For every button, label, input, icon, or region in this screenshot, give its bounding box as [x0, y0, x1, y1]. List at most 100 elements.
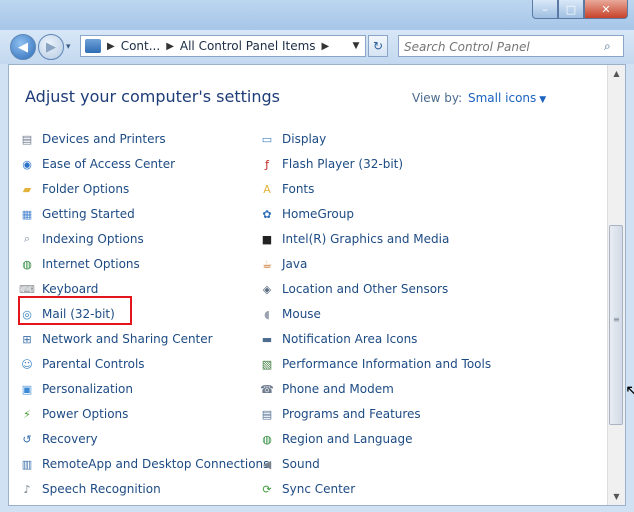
control-panel-item-label[interactable]: HomeGroup: [282, 207, 354, 221]
control-panel-item-parental-controls[interactable]: ☺ Parental Controls: [19, 353, 145, 375]
title-bar: – □ ✕: [0, 0, 634, 30]
control-panel-item-label[interactable]: Programs and Features: [282, 407, 421, 421]
control-panel-item-label[interactable]: Location and Other Sensors: [282, 282, 448, 296]
java-icon: ☕: [262, 257, 272, 271]
control-panel-item-label[interactable]: Indexing Options: [42, 232, 144, 246]
control-panel-item-label[interactable]: Flash Player (32-bit): [282, 157, 403, 171]
internet-icon: ◍: [22, 257, 32, 271]
control-panel-item-indexing[interactable]: ⌕ Indexing Options: [19, 228, 144, 250]
control-panel-item-intel-graphics[interactable]: ■ Intel(R) Graphics and Media: [259, 228, 450, 250]
control-panel-item-fonts[interactable]: A Fonts: [259, 178, 314, 200]
chevron-right-icon[interactable]: ▶: [166, 41, 174, 52]
control-panel-item-label[interactable]: Sound: [282, 457, 320, 471]
control-panel-item-mouse[interactable]: ◖ Mouse: [259, 303, 321, 325]
control-panel-item-homegroup[interactable]: ✿ HomeGroup: [259, 203, 354, 225]
control-panel-item-phone[interactable]: ☎ Phone and Modem: [259, 378, 394, 400]
mouse-cursor-icon: ↖: [625, 381, 634, 400]
control-panel-item-sound[interactable]: ◀ Sound: [259, 453, 320, 475]
forward-button[interactable]: ▶: [38, 34, 64, 60]
control-panel-item-label[interactable]: Folder Options: [42, 182, 129, 196]
control-panel-item-label[interactable]: Phone and Modem: [282, 382, 394, 396]
flash-icon: ƒ: [265, 157, 269, 171]
breadcrumb-all-items[interactable]: All Control Panel Items: [180, 39, 316, 53]
control-panel-item-region[interactable]: ◍ Region and Language: [259, 428, 413, 450]
chevron-right-icon[interactable]: ▶: [107, 41, 115, 52]
close-button[interactable]: ✕: [584, 0, 628, 19]
search-icon[interactable]: ⌕: [604, 39, 618, 53]
chevron-right-icon[interactable]: ▶: [322, 41, 330, 52]
intel-graphics-icon: ■: [261, 232, 273, 246]
view-by-dropdown[interactable]: Small icons ▼: [468, 91, 546, 105]
control-panel-item-recovery[interactable]: ↺ Recovery: [19, 428, 98, 450]
control-panel-item-performance[interactable]: ▧ Performance Information and Tools: [259, 353, 491, 375]
control-panel-item-label[interactable]: Sync Center: [282, 482, 355, 496]
region-icon: ◍: [262, 432, 272, 446]
scroll-down-icon[interactable]: ▼: [608, 488, 625, 505]
control-panel-item-label[interactable]: Parental Controls: [42, 357, 145, 371]
display-icon: ▭: [261, 132, 273, 146]
control-panel-item-label[interactable]: Speech Recognition: [42, 482, 161, 496]
refresh-button[interactable]: ↻: [368, 35, 388, 57]
printer-icon: ▤: [21, 132, 33, 146]
search-box[interactable]: ⌕: [398, 35, 624, 57]
control-panel-item-location[interactable]: ◈ Location and Other Sensors: [259, 278, 448, 300]
control-panel-item-label[interactable]: RemoteApp and Desktop Connections: [42, 457, 269, 471]
control-panel-item-label[interactable]: Internet Options: [42, 257, 140, 271]
control-panel-item-sync[interactable]: ⟳ Sync Center: [259, 478, 355, 500]
personalization-icon: ▣: [21, 382, 33, 396]
breadcrumb-control-panel[interactable]: Cont...: [121, 39, 160, 53]
control-panel-item-label[interactable]: Getting Started: [42, 207, 135, 221]
control-panel-item-label[interactable]: Network and Sharing Center: [42, 332, 213, 346]
control-panel-item-personalization[interactable]: ▣ Personalization: [19, 378, 133, 400]
control-panel-item-label[interactable]: Notification Area Icons: [282, 332, 417, 346]
indexing-icon: ⌕: [23, 232, 31, 245]
control-panel-item-label[interactable]: Java: [282, 257, 307, 271]
control-panel-item-label[interactable]: Devices and Printers: [42, 132, 166, 146]
control-panel-item-label[interactable]: Fonts: [282, 182, 314, 196]
control-panel-item-label[interactable]: Performance Information and Tools: [282, 357, 491, 371]
control-panel-item-internet[interactable]: ◍ Internet Options: [19, 253, 140, 275]
address-dropdown-icon[interactable]: ▼: [349, 36, 363, 56]
control-panel-item-network[interactable]: ⊞ Network and Sharing Center: [19, 328, 213, 350]
control-panel-item-flash[interactable]: ƒ Flash Player (32-bit): [259, 153, 403, 175]
control-panel-item-label[interactable]: Power Options: [42, 407, 128, 421]
control-panel-item-remoteapp[interactable]: ▥ RemoteApp and Desktop Connections: [19, 453, 270, 475]
control-panel-item-java[interactable]: ☕ Java: [259, 253, 307, 275]
control-panel-item-power[interactable]: ⚡ Power Options: [19, 403, 128, 425]
control-panel-item-printer[interactable]: ▤ Devices and Printers: [19, 128, 166, 150]
address-bar[interactable]: ▶ Cont... ▶ All Control Panel Items ▶ ▼: [80, 35, 366, 57]
performance-icon: ▧: [261, 357, 273, 371]
control-panel-item-microphone[interactable]: ♪ Speech Recognition: [19, 478, 161, 500]
control-panel-item-label[interactable]: Intel(R) Graphics and Media: [282, 232, 449, 246]
control-panel-item-getting-started[interactable]: ▦ Getting Started: [19, 203, 135, 225]
back-button[interactable]: ◀: [10, 34, 36, 60]
keyboard-icon: ⌨: [19, 282, 35, 296]
control-panel-item-programs[interactable]: ▤ Programs and Features: [259, 403, 421, 425]
phone-icon: ☎: [260, 382, 274, 396]
scrollbar-thumb[interactable]: ≡: [609, 225, 623, 425]
maximize-button[interactable]: □: [558, 0, 584, 19]
control-panel-item-label[interactable]: Mouse: [282, 307, 321, 321]
control-panel-item-label[interactable]: Ease of Access Center: [42, 157, 175, 171]
microphone-icon: ♪: [23, 482, 31, 496]
control-panel-item-label[interactable]: Personalization: [42, 382, 133, 396]
control-panel-item-label[interactable]: Display: [282, 132, 326, 146]
scroll-up-icon[interactable]: ▲: [608, 65, 625, 82]
search-input[interactable]: [404, 38, 600, 56]
recent-pages-dropdown[interactable]: ▾: [66, 42, 71, 52]
vertical-scrollbar[interactable]: ▲ ≡ ▼: [607, 65, 625, 505]
fonts-icon: A: [263, 182, 271, 196]
control-panel-item-label[interactable]: Region and Language: [282, 432, 413, 446]
control-panel-item-display[interactable]: ▭ Display: [259, 128, 326, 150]
highlight-box: [18, 296, 132, 325]
chevron-down-icon[interactable]: ▼: [539, 95, 546, 105]
window-controls: – □ ✕: [532, 0, 628, 20]
page-title: Adjust your computer's settings: [25, 87, 280, 106]
view-by-value[interactable]: Small icons: [468, 91, 536, 105]
minimize-button[interactable]: –: [532, 0, 558, 19]
control-panel-item-label[interactable]: Keyboard: [42, 282, 98, 296]
control-panel-item-label[interactable]: Recovery: [42, 432, 98, 446]
control-panel-item-ease-of-access[interactable]: ◉ Ease of Access Center: [19, 153, 175, 175]
control-panel-item-notification[interactable]: ▬ Notification Area Icons: [259, 328, 418, 350]
control-panel-item-folder[interactable]: ▰ Folder Options: [19, 178, 129, 200]
